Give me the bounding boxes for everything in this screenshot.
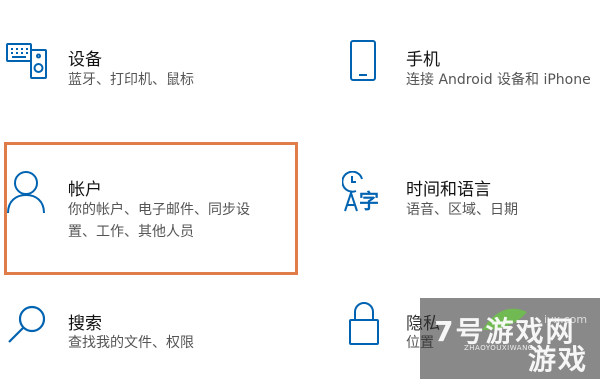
- tile-description: 查找我的文件、权限: [68, 335, 194, 351]
- settings-tile-time-language[interactable]: 字 时间和语言 语音、区域、日期: [300, 142, 600, 275]
- phone-icon: [348, 40, 378, 86]
- watermark: 7号游戏网 ZHAOYOUXIWANG 游戏 iyx.com: [420, 298, 600, 379]
- keyboard-speaker-icon: [6, 40, 48, 84]
- time-language-icon: 字: [341, 170, 388, 221]
- tile-description: 连接 Android 设备和 iPhone: [406, 72, 591, 88]
- settings-tile-phone[interactable]: 手机 连接 Android 设备和 iPhone: [300, 0, 600, 130]
- tile-description: 蓝牙、打印机、鼠标: [68, 72, 194, 88]
- tile-title: 设备: [68, 50, 102, 70]
- settings-tile-search[interactable]: 搜索 查找我的文件、权限: [0, 280, 300, 379]
- watermark-brand: ZHAOYOUXIWANG: [464, 344, 534, 352]
- tile-title: 手机: [406, 50, 440, 70]
- highlight-frame: [4, 142, 298, 275]
- watermark-url: iyx.com: [544, 313, 588, 326]
- settings-tile-devices[interactable]: 设备 蓝牙、打印机、鼠标: [0, 0, 300, 130]
- tile-title: 搜索: [68, 314, 102, 334]
- search-icon: [6, 304, 48, 350]
- watermark-line2: 游戏: [528, 343, 589, 376]
- tile-title: 时间和语言: [406, 180, 491, 200]
- lock-icon: [348, 300, 380, 350]
- language-glyph: 字: [359, 189, 379, 213]
- tile-description: 语音、区域、日期: [406, 202, 518, 218]
